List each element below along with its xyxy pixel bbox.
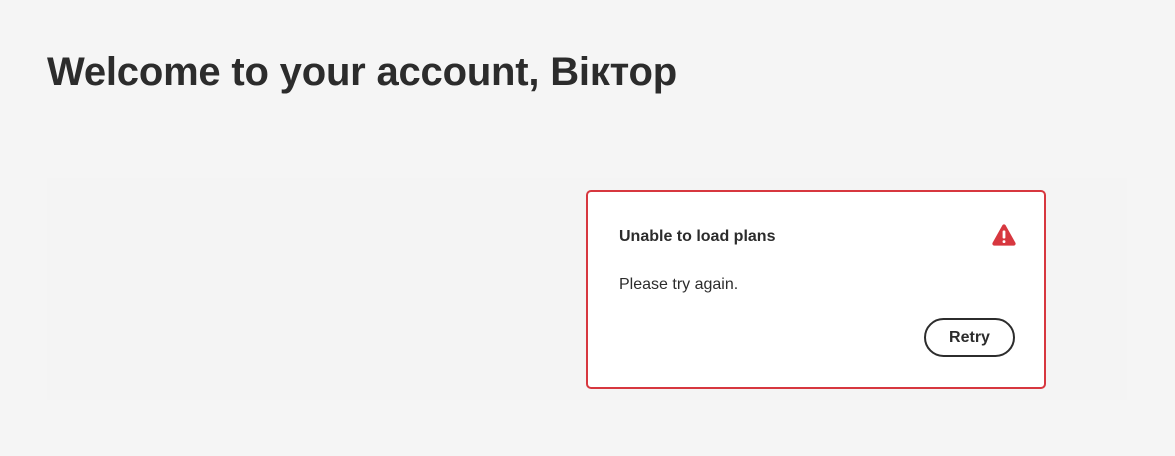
alert-heading: Unable to load plans bbox=[619, 228, 776, 245]
retry-button[interactable]: Retry bbox=[924, 318, 1015, 357]
account-overview-page: Welcome to your account, Віктор Unable t… bbox=[0, 0, 1175, 456]
plans-error-card: Unable to load plans Please try again. R… bbox=[586, 190, 1046, 389]
alert-message: Please try again. bbox=[619, 276, 739, 293]
page-title: Welcome to your account, Віктор bbox=[47, 50, 677, 94]
alert-triangle-icon bbox=[992, 224, 1016, 246]
